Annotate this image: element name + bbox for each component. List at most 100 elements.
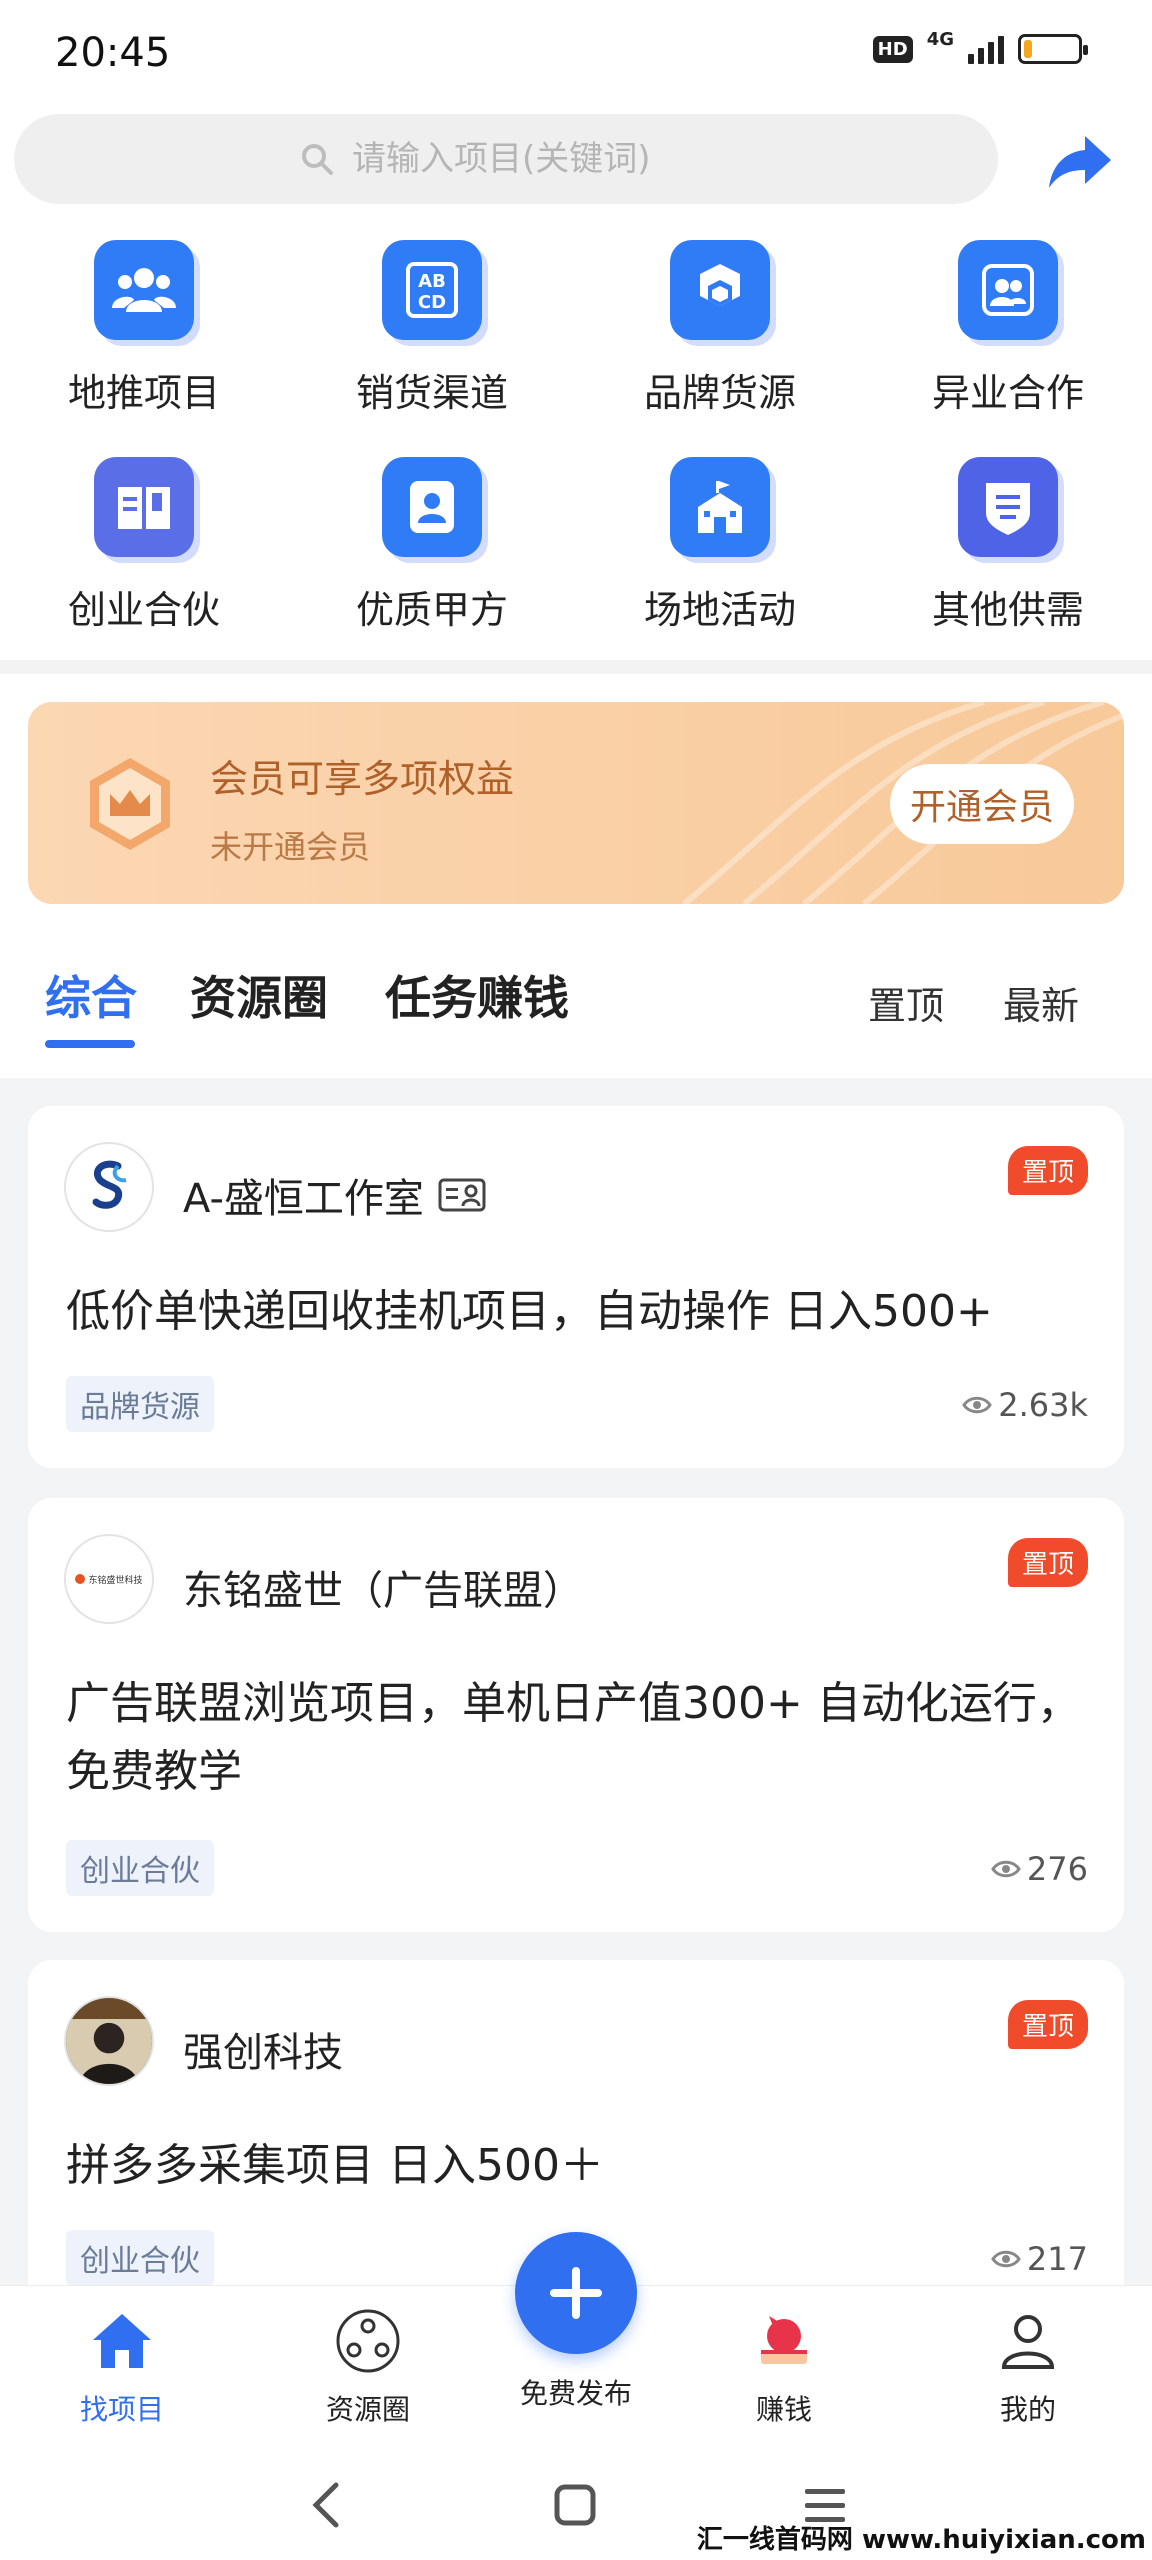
- category-item-sales-channel[interactable]: AB CD 销货渠道: [288, 240, 576, 417]
- post-category-tag[interactable]: 创业合伙: [66, 1840, 214, 1896]
- search-icon: [302, 144, 333, 175]
- home-system-button[interactable]: [545, 2475, 605, 2535]
- system-navigation: 汇一线首码网 www.huiyixian.com: [0, 2450, 1152, 2560]
- author-name[interactable]: 强创科技: [183, 2020, 343, 2078]
- sort-pinned[interactable]: 置顶: [868, 975, 944, 1030]
- person-photo-icon: [66, 1998, 152, 2084]
- post-title: 广告联盟浏览项目，单机日产值300+ 自动化运行，免费教学: [66, 1678, 1081, 1797]
- search-input[interactable]: [352, 139, 712, 179]
- category-label: 其他供需: [931, 588, 1084, 632]
- cubes-icon: [670, 240, 770, 340]
- abcd-icon: AB CD: [382, 240, 482, 340]
- author-avatar[interactable]: 东铭盛世科技: [64, 1534, 154, 1624]
- tab-overall[interactable]: 综合: [45, 962, 137, 1028]
- sort-latest[interactable]: 最新: [1003, 975, 1079, 1030]
- category-item-quality-client[interactable]: 优质甲方: [288, 457, 576, 634]
- post-title: 低价单快递回收挂机项目，自动操作 日入500+: [66, 1286, 993, 1337]
- category-item-cross-industry[interactable]: 异业合作: [864, 240, 1152, 417]
- tab-task-earn[interactable]: 任务赚钱: [385, 962, 569, 1028]
- category-label: 销货渠道: [355, 371, 508, 415]
- hd-icon: HD: [872, 35, 913, 63]
- view-count: 2.63k: [962, 1386, 1088, 1424]
- avatar-logo-text: 东铭盛世科技: [88, 1575, 143, 1586]
- building-icon: [670, 457, 770, 557]
- category-label: 异业合作: [931, 371, 1084, 415]
- eye-icon: [991, 2250, 1021, 2268]
- view-count: 276: [991, 1850, 1088, 1888]
- network-type: 4G: [926, 28, 954, 50]
- member-title: 会员可享多项权益: [210, 757, 515, 801]
- author-avatar[interactable]: [64, 1996, 154, 2086]
- author-avatar[interactable]: [64, 1142, 154, 1232]
- category-label: 场地活动: [643, 588, 796, 632]
- view-count: 217: [991, 2240, 1088, 2278]
- category-label: 创业合伙: [67, 588, 220, 632]
- author-name[interactable]: A-盛恒工作室: [183, 1166, 486, 1224]
- category-item-ground-promotion[interactable]: 地推项目: [0, 240, 288, 417]
- nav-label: 我的: [999, 2393, 1056, 2426]
- signal-icon: [968, 34, 1004, 64]
- author-name[interactable]: 东铭盛世（广告联盟）: [183, 1558, 583, 1616]
- shield-list-icon: [958, 457, 1058, 557]
- battery-level: [1024, 40, 1032, 58]
- home-icon: [87, 2306, 157, 2376]
- pinned-badge: 置顶: [1007, 1146, 1088, 1195]
- free-publish-button[interactable]: [515, 2232, 637, 2354]
- share-arrow-icon: [1049, 136, 1111, 188]
- active-tab-indicator: [45, 1040, 135, 1048]
- team-icon: [958, 240, 1058, 340]
- open-membership-button[interactable]: 开通会员: [889, 764, 1074, 844]
- svg-text:AB: AB: [418, 271, 446, 292]
- nav-mine[interactable]: 我的: [948, 2306, 1108, 2428]
- people-group-icon: [94, 240, 194, 340]
- post-category-tag[interactable]: 创业合伙: [66, 2230, 214, 2286]
- company-logo-icon: 东铭盛世科技: [75, 1573, 143, 1586]
- status-indicators: HD 4G: [872, 29, 1088, 64]
- nav-find-project[interactable]: 找项目: [42, 2306, 202, 2428]
- category-label: 优质甲方: [355, 588, 508, 632]
- author-label: A-盛恒工作室: [183, 1176, 424, 1222]
- square-icon: [554, 2484, 596, 2526]
- red-packet-icon: [749, 2306, 819, 2376]
- eye-icon: [991, 1860, 1021, 1878]
- post-category-tag[interactable]: 品牌货源: [66, 1376, 214, 1432]
- back-icon: [312, 2482, 339, 2528]
- tab-resource-circle[interactable]: 资源圈: [190, 962, 328, 1028]
- author-label: 强创科技: [183, 2030, 343, 2076]
- member-banner[interactable]: 会员可享多项权益 未开通会员 开通会员: [28, 702, 1124, 904]
- contact-card-icon: [382, 457, 482, 557]
- post-card[interactable]: 东铭盛世科技 东铭盛世（广告联盟） 置顶 广告联盟浏览项目，单机日产值300+ …: [28, 1498, 1124, 1932]
- author-label: 东铭盛世（广告联盟）: [183, 1568, 583, 1614]
- category-label: 地推项目: [67, 371, 220, 415]
- category-item-venue-event[interactable]: 场地活动: [576, 457, 864, 634]
- category-item-startup-partner[interactable]: 创业合伙: [0, 457, 288, 634]
- back-button[interactable]: [295, 2475, 355, 2535]
- nav-label: 赚钱: [755, 2393, 812, 2426]
- nav-label: 找项目: [79, 2393, 164, 2426]
- section-divider: [0, 660, 1152, 674]
- share-button[interactable]: [1040, 122, 1120, 202]
- category-item-other-needs[interactable]: 其他供需: [864, 457, 1152, 634]
- feed-tabs: 综合 资源圈 任务赚钱 置顶 最新: [0, 950, 1152, 1070]
- post-card[interactable]: A-盛恒工作室 置顶 低价单快递回收挂机项目，自动操作 日入500+ 品牌货源 …: [28, 1106, 1124, 1468]
- watermark: 汇一线首码网 www.huiyixian.com: [696, 2525, 1146, 2555]
- category-item-brand-supply[interactable]: 品牌货源: [576, 240, 864, 417]
- category-label: 品牌货源: [643, 371, 796, 415]
- pinned-badge: 置顶: [1007, 1538, 1088, 1587]
- company-logo-icon: [92, 1160, 127, 1209]
- nav-label: 资源圈: [325, 2393, 410, 2426]
- search-bar[interactable]: [14, 114, 998, 204]
- category-grid: 地推项目 ABCD 销货渠道 品牌货源 异业合作 创业合伙 优质甲方 场地活动: [0, 240, 1152, 634]
- user-icon: [993, 2306, 1063, 2376]
- status-time: 20:45: [55, 30, 171, 76]
- member-status: 未开通会员: [210, 828, 371, 866]
- free-publish-label: 免费发布: [519, 2377, 632, 2410]
- nav-earn[interactable]: 赚钱: [704, 2306, 864, 2428]
- verified-id-icon: [438, 1178, 486, 1212]
- circle-nodes-icon: [333, 2306, 403, 2376]
- nav-resource-circle[interactable]: 资源圈: [288, 2306, 448, 2428]
- status-bar: 20:45 HD 4G: [0, 0, 1152, 110]
- plus-icon: [550, 2267, 602, 2319]
- eye-icon: [962, 1396, 993, 1414]
- battery-icon: [1018, 34, 1088, 64]
